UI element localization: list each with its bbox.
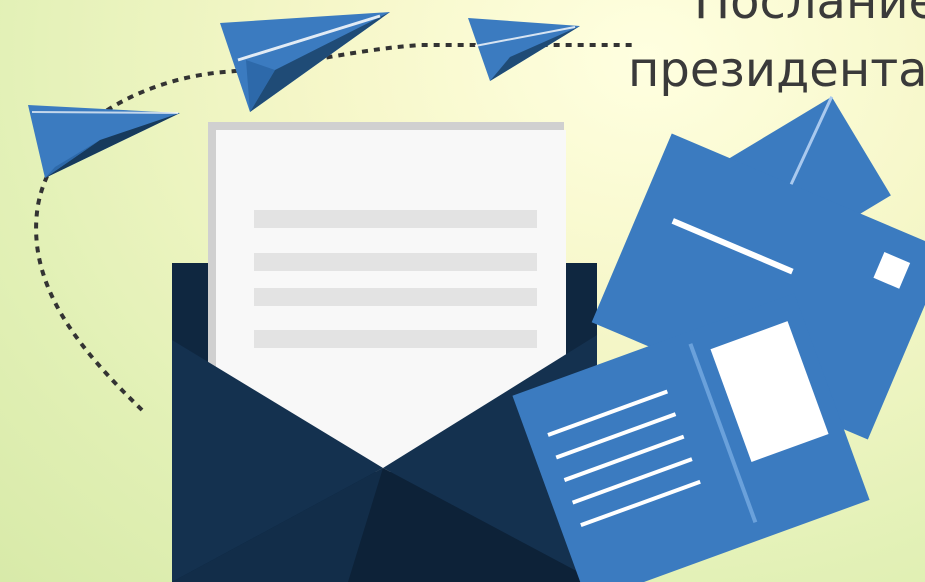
letter-text-line [254,288,537,306]
letter-text-line [254,210,537,228]
illustration-scene [28,12,925,582]
paper-plane-icon [220,12,390,112]
paper-plane-icon [468,18,580,81]
letter-text-line [254,330,537,348]
paper-plane-icon [28,105,180,178]
letter-text-line [254,253,537,271]
illustration-stage: Послание президента [0,0,925,582]
